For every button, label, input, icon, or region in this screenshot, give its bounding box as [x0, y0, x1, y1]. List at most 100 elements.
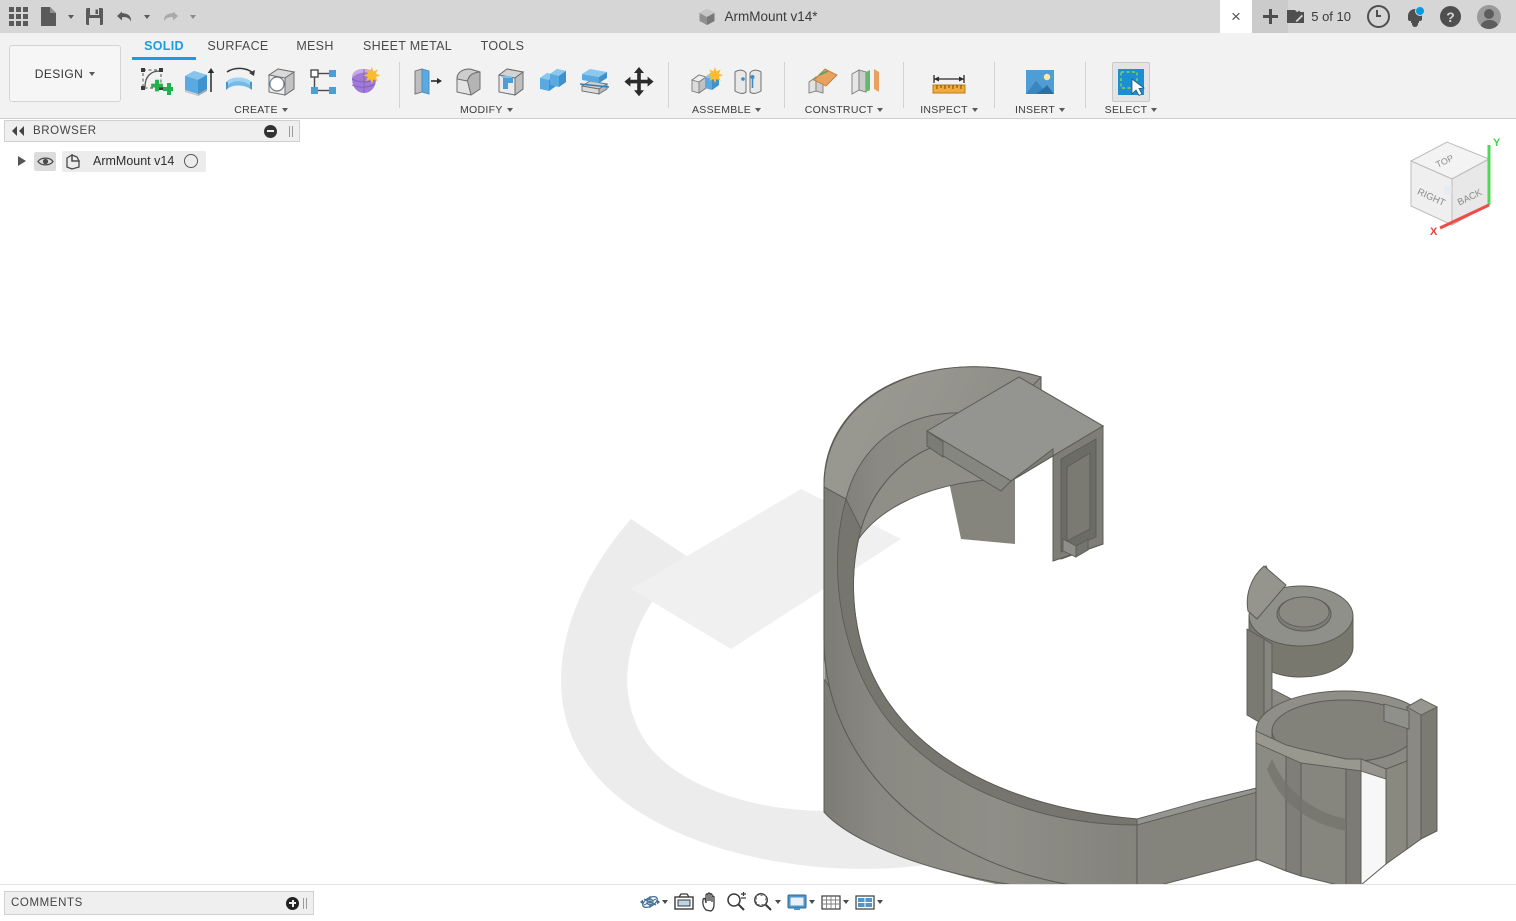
insert-image-button[interactable]	[1020, 61, 1060, 103]
cube-icon	[699, 8, 715, 25]
notifications-button[interactable]	[1399, 0, 1431, 33]
look-at-icon	[674, 893, 694, 910]
chevron-down-icon	[755, 108, 761, 112]
press-pull-button[interactable]	[407, 61, 447, 103]
zoom-button[interactable]	[723, 890, 749, 914]
select-button[interactable]	[1112, 62, 1150, 102]
browser-header: BROWSER	[4, 120, 300, 142]
viewports-button[interactable]	[852, 890, 885, 914]
create-form-button[interactable]	[346, 61, 386, 103]
panel-resize-grip[interactable]	[289, 125, 293, 137]
collapse-left-icon[interactable]	[11, 126, 25, 136]
fillet-button[interactable]	[449, 61, 489, 103]
new-component-button[interactable]	[686, 61, 726, 103]
create-sketch-button[interactable]	[136, 61, 176, 103]
expand-triangle-icon[interactable]	[18, 156, 26, 166]
group-label-insert[interactable]: INSERT	[1000, 104, 1080, 116]
split-face-button[interactable]	[575, 61, 615, 103]
minimize-icon[interactable]	[264, 124, 277, 138]
viewport-canvas[interactable]	[301, 119, 1516, 894]
recent-clock-icon	[1367, 5, 1390, 28]
undo-dropdown[interactable]	[140, 3, 154, 31]
browser-panel: BROWSER ArmMount v14	[4, 120, 300, 172]
tab-tools[interactable]: TOOLS	[465, 33, 540, 57]
display-settings-button[interactable]	[784, 890, 817, 914]
orbit-button[interactable]	[637, 890, 670, 914]
chevron-down-icon	[506, 108, 513, 112]
comments-panel[interactable]: COMMENTS	[4, 891, 314, 915]
apps-grid-icon[interactable]	[4, 3, 32, 31]
close-tab-button[interactable]: ×	[1220, 0, 1252, 33]
redo-icon[interactable]	[156, 3, 184, 31]
help-button[interactable]: ?	[1433, 0, 1468, 33]
orbit-dropdown-caret[interactable]	[662, 900, 668, 904]
browser-item-armmount[interactable]: ArmMount v14	[62, 150, 207, 172]
pan-hand-icon	[702, 892, 715, 912]
group-label-inspect[interactable]: INSPECT	[909, 104, 989, 116]
shell-button[interactable]	[491, 61, 531, 103]
tab-sheet-metal[interactable]: SHEET METAL	[350, 33, 465, 57]
group-separator	[784, 62, 785, 108]
workspace-label: DESIGN	[34, 66, 84, 81]
viewports-dropdown-caret[interactable]	[877, 900, 883, 904]
job-status-icon	[1287, 10, 1305, 23]
save-icon[interactable]	[80, 3, 108, 31]
view-cube[interactable]: TOP RIGHT BACK Y X	[1394, 128, 1504, 243]
browser-item-label: ArmMount v14	[89, 152, 179, 170]
group-label-create[interactable]: CREATE	[128, 104, 394, 116]
new-document-dropdown[interactable]	[64, 3, 78, 31]
navigation-bar	[637, 889, 885, 915]
add-comment-icon[interactable]	[286, 896, 299, 910]
revolve-button[interactable]	[220, 61, 260, 103]
fit-button[interactable]	[750, 890, 783, 914]
chevron-down-icon	[281, 108, 288, 112]
group-label-assemble[interactable]: ASSEMBLE	[674, 104, 779, 116]
tab-mesh[interactable]: MESH	[280, 33, 350, 57]
group-label-modify[interactable]: MODIFY	[460, 104, 513, 116]
comments-title: COMMENTS	[11, 897, 83, 909]
joint-button[interactable]	[728, 61, 768, 103]
account-button[interactable]	[1470, 0, 1508, 33]
undo-icon[interactable]	[110, 3, 138, 31]
offset-plane-button[interactable]	[803, 61, 843, 103]
group-label-construct[interactable]: CONSTRUCT	[790, 104, 898, 116]
eye-icon[interactable]	[34, 151, 56, 171]
ribbon-group-assemble: ASSEMBLE	[674, 59, 779, 118]
browser-title: BROWSER	[33, 125, 97, 137]
redo-dropdown[interactable]	[186, 3, 200, 31]
viewcube-home-icon	[1444, 186, 1452, 194]
grid-snaps-button[interactable]	[818, 890, 851, 914]
display-dropdown-caret[interactable]	[809, 900, 815, 904]
zoom-icon	[727, 892, 746, 911]
group-separator	[994, 62, 995, 108]
group-separator	[399, 62, 400, 108]
help-question-icon: ?	[1440, 6, 1461, 27]
notification-dot	[1415, 6, 1425, 16]
combine-button[interactable]	[533, 61, 573, 103]
workspace-switcher[interactable]: DESIGN	[9, 45, 121, 102]
circle-icon[interactable]	[184, 154, 199, 168]
ribbon-group-select: SELECT	[1091, 59, 1171, 118]
tab-surface[interactable]: SURFACE	[196, 33, 280, 57]
look-at-button[interactable]	[671, 890, 697, 914]
new-document-icon[interactable]	[34, 3, 62, 31]
ribbon-group-create: CREATE	[128, 59, 394, 118]
group-label-select[interactable]: SELECT	[1091, 104, 1171, 116]
grid-dropdown-caret[interactable]	[843, 900, 849, 904]
ribbon-groups: CREATE MODIFY ASSEMBLE CONSTRUCT INSPECT…	[128, 59, 1171, 118]
comments-resize-grip[interactable]	[303, 897, 307, 909]
chevron-down-icon	[877, 108, 884, 112]
pan-button[interactable]	[698, 890, 722, 914]
move-copy-button[interactable]	[617, 61, 661, 103]
hole-button[interactable]	[262, 61, 302, 103]
user-avatar-icon	[1477, 4, 1501, 29]
recent-documents-button[interactable]	[1360, 0, 1397, 33]
fit-dropdown-caret[interactable]	[775, 900, 781, 904]
extrude-button[interactable]	[178, 61, 218, 103]
measure-button[interactable]	[929, 61, 969, 103]
plane-at-angle-button[interactable]	[845, 61, 885, 103]
tab-solid[interactable]: SOLID	[132, 33, 196, 60]
browser-root-row[interactable]: ArmMount v14	[4, 150, 300, 172]
pattern-button[interactable]	[304, 61, 344, 103]
job-status-button[interactable]: 5 of 10	[1278, 0, 1358, 33]
